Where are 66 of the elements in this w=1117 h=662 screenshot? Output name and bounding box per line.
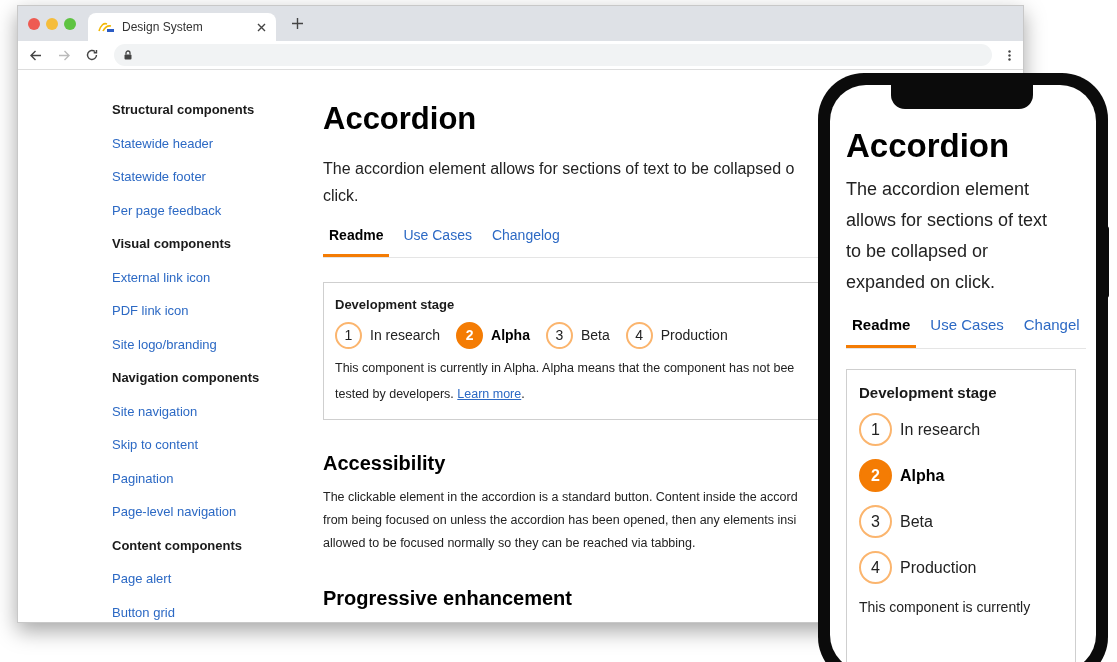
stage-number: 3 — [545, 322, 573, 350]
sidebar-heading: Structural components — [112, 101, 256, 119]
sidebar-link[interactable]: Page alert — [112, 569, 323, 603]
intro-text-line: to be collapsed or — [846, 240, 989, 264]
sidebar-link[interactable]: Page-level navigation — [112, 502, 323, 536]
intro-text-line: click. — [323, 185, 359, 206]
tab[interactable]: Changel — [1017, 314, 1086, 348]
section-heading: Accessibility — [323, 451, 446, 477]
stage-description: This component is currently — [859, 598, 1031, 618]
logo-icon — [98, 21, 114, 33]
sidebar-link[interactable]: Button grid — [112, 602, 323, 622]
browser-tab[interactable]: Design System — [88, 13, 276, 41]
back-arrow-icon[interactable] — [30, 49, 42, 61]
stage-number: 2 — [456, 322, 484, 350]
stage-number: 4 — [625, 322, 653, 350]
stage-description: tested by developers. — [335, 386, 455, 404]
stage-label: Production — [900, 557, 977, 578]
stage-number: 1 — [859, 413, 892, 447]
sidebar-link[interactable]: External link icon — [112, 267, 323, 301]
stage-label: Alpha — [491, 326, 530, 346]
stage-label: Alpha — [900, 465, 945, 486]
intro-text-line: allows for sections of text — [846, 209, 1048, 233]
sidebar-heading: Navigation components — [112, 369, 261, 387]
sidebar-link[interactable]: Statewide footer — [112, 167, 323, 201]
sidebar-link[interactable]: PDF link icon — [112, 301, 323, 335]
stage-description: . — [521, 386, 525, 404]
stage-number: 2 — [859, 459, 892, 493]
stage-label: Beta — [580, 326, 610, 346]
sidebar-link[interactable]: Pagination — [112, 468, 323, 502]
menu-icon[interactable] — [1008, 49, 1011, 61]
stage-label: Beta — [900, 511, 933, 532]
sidebar-link[interactable]: Skip to content — [112, 435, 323, 469]
section-heading: Progressive enhancement — [323, 586, 572, 612]
sidebar-link[interactable]: Site logo/branding — [112, 334, 323, 368]
page-title: Accordion — [846, 126, 1010, 166]
intro-text-line: expanded on click. — [846, 271, 996, 295]
panel-heading: Development stage — [335, 295, 455, 314]
section-text-line: from being focused on unless the accordion has been opened, then any elements insi — [323, 512, 797, 530]
sidebar-heading: Visual components — [112, 235, 232, 253]
stage-label: In research — [900, 419, 981, 440]
close-icon[interactable] — [257, 22, 266, 32]
panel-heading: Development stage — [859, 382, 997, 403]
plus-icon[interactable] — [292, 18, 303, 29]
stage-number: 3 — [859, 505, 892, 539]
tab[interactable]: Use Cases — [397, 224, 478, 257]
tab[interactable]: Changelog — [485, 224, 566, 257]
stage-label: Production — [660, 326, 728, 346]
stage-label: In research — [370, 326, 441, 346]
tab[interactable]: Readme — [846, 314, 917, 348]
intro-text-line: The accordion element allows for sections of text to be collapsed o — [323, 158, 795, 179]
stage-description: This component is currently in Alpha. Alpha means that the component has not bee — [335, 360, 796, 378]
sidebar-link[interactable]: Statewide header — [112, 133, 323, 167]
stage-number: 1 — [335, 322, 362, 350]
sidebar-heading: Content components — [112, 536, 243, 555]
sidebar-link[interactable]: Per page feedback — [112, 200, 323, 234]
section-text-line: The clickable element in the accordion is a standard button. Content inside the accord — [323, 489, 798, 507]
intro-text-line: The accordion element — [846, 178, 1030, 202]
reload-icon[interactable] — [86, 49, 98, 61]
stage-number: 4 — [859, 551, 892, 585]
section-text-line: allowed to be focused normally so they can be reached via tabbing. — [323, 535, 696, 553]
sidebar-link[interactable]: Site navigation — [112, 401, 323, 435]
tab-title: Design System — [122, 19, 204, 36]
tab[interactable]: Use Cases — [924, 314, 1010, 348]
lock-icon — [124, 50, 132, 60]
page-title: Accordion — [323, 100, 477, 138]
tab[interactable]: Readme — [323, 224, 390, 257]
